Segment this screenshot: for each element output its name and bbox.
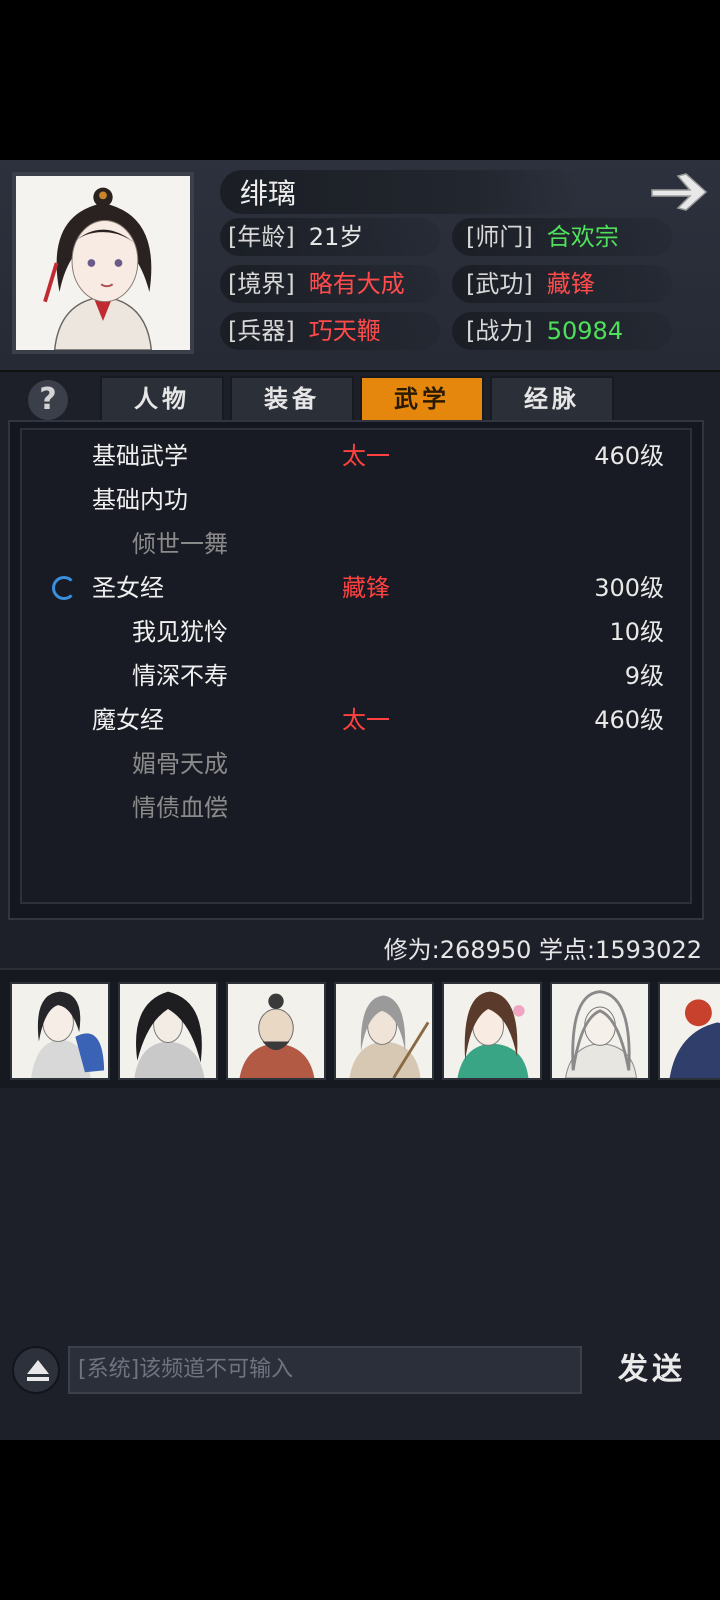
companion-portrait[interactable] xyxy=(658,982,720,1080)
companion-avatar xyxy=(120,984,216,1078)
skill-level: 460级 xyxy=(594,442,664,470)
skill-name: 倾世一舞 xyxy=(132,530,228,558)
skill-tag: 太一 xyxy=(342,442,390,470)
tab-meridians[interactable]: 经脉 xyxy=(490,376,614,422)
eject-icon xyxy=(27,1360,49,1374)
stat-label: [武功] xyxy=(466,270,533,298)
skill-row[interactable]: 情债血偿 xyxy=(22,786,690,830)
stat-age: [年龄] 21岁 xyxy=(228,217,363,257)
stat-label: [师门] xyxy=(466,223,533,251)
stat-value: 藏锋 xyxy=(546,270,595,298)
send-button[interactable]: 发送 xyxy=(592,1344,712,1396)
stat-martial-art: [武功] 藏锋 xyxy=(466,264,595,304)
skill-row[interactable]: 魔女经 太一 460级 xyxy=(22,698,690,742)
skill-row[interactable]: 基础内功 xyxy=(22,478,690,522)
companion-avatar xyxy=(444,984,540,1078)
companion-portrait[interactable] xyxy=(442,982,542,1080)
skill-name: 媚骨天成 xyxy=(132,750,228,778)
skill-name: 我见犹怜 xyxy=(132,618,228,646)
tab-martial-arts[interactable]: 武学 xyxy=(360,376,484,422)
stat-realm: [境界] 略有大成 xyxy=(228,264,405,304)
skill-row[interactable]: 倾世一舞 xyxy=(22,522,690,566)
companion-avatar xyxy=(660,984,720,1078)
stat-label: [境界] xyxy=(228,270,295,298)
companion-avatar xyxy=(12,984,108,1078)
chat-bar: [系统]该频道不可输入 发送 xyxy=(0,1340,720,1402)
companion-portrait[interactable] xyxy=(550,982,650,1080)
companion-portrait[interactable] xyxy=(334,982,434,1080)
stat-value: 50984 xyxy=(546,317,624,345)
skill-name: 圣女经 xyxy=(92,574,164,602)
stat-label: [战力] xyxy=(466,317,533,345)
companion-portrait[interactable] xyxy=(118,982,218,1080)
stat-value: 合欢宗 xyxy=(546,223,619,251)
character-name: 绯璃 xyxy=(240,177,297,210)
skill-level: 300级 xyxy=(594,574,664,602)
expand-chat-button[interactable] xyxy=(12,1346,60,1394)
stat-value: 巧天鞭 xyxy=(308,317,381,345)
companion-strip xyxy=(0,968,720,1088)
stat-weapon: [兵器] 巧天鞭 xyxy=(228,311,381,351)
companion-avatar xyxy=(552,984,648,1078)
skills-panel: 基础武学 太一 460级 基础内功 倾世一舞 圣女经 藏锋 300级 我见犹怜 … xyxy=(8,420,704,920)
loading-spinner-icon xyxy=(52,576,76,600)
stat-power: [战力] 50984 xyxy=(466,311,623,351)
app-screen: 绯璃 [年龄] 21岁 [师门] 合欢宗 [境界] 略有大成 [武功] 藏锋 [兵器] 巧… xyxy=(0,160,720,1440)
companion-avatar xyxy=(228,984,324,1078)
skill-name: 基础内功 xyxy=(92,486,188,514)
portrait-image xyxy=(16,176,190,350)
skill-row[interactable]: 我见犹怜 10级 xyxy=(22,610,690,654)
eject-icon-bar xyxy=(27,1377,49,1381)
skill-tag: 藏锋 xyxy=(342,574,390,602)
skill-name: 情债血偿 xyxy=(132,794,228,822)
skill-level: 460级 xyxy=(594,706,664,734)
cultivation-points: 修为:268950 学点:1593022 xyxy=(383,936,702,964)
skill-name: 魔女经 xyxy=(92,706,164,734)
help-button[interactable]: ? xyxy=(28,380,68,420)
skill-row[interactable]: 情深不寿 9级 xyxy=(22,654,690,698)
stat-label: [年龄] xyxy=(228,223,295,251)
stat-label: [兵器] xyxy=(228,317,295,345)
skill-level: 9级 xyxy=(624,662,664,690)
skill-row[interactable]: 媚骨天成 xyxy=(22,742,690,786)
companion-avatar xyxy=(336,984,432,1078)
chat-input[interactable]: [系统]该频道不可输入 xyxy=(68,1346,582,1394)
tab-character[interactable]: 人物 xyxy=(100,376,224,422)
stat-value: 略有大成 xyxy=(308,270,405,298)
next-character-arrow-icon[interactable] xyxy=(648,168,712,216)
skill-tag: 太一 xyxy=(342,706,390,734)
character-profile: 绯璃 [年龄] 21岁 [师门] 合欢宗 [境界] 略有大成 [武功] 藏锋 [兵器] 巧… xyxy=(0,160,720,372)
stat-sect: [师门] 合欢宗 xyxy=(466,217,619,257)
stat-value: 21岁 xyxy=(308,223,364,251)
skills-list: 基础武学 太一 460级 基础内功 倾世一舞 圣女经 藏锋 300级 我见犹怜 … xyxy=(20,428,692,904)
character-portrait[interactable] xyxy=(12,172,194,354)
companion-portrait[interactable] xyxy=(10,982,110,1080)
companion-portrait[interactable] xyxy=(226,982,326,1080)
skill-level: 10级 xyxy=(609,618,664,646)
skill-row[interactable]: 圣女经 藏锋 300级 xyxy=(22,566,690,610)
skill-name: 情深不寿 xyxy=(132,662,228,690)
skill-name: 基础武学 xyxy=(92,442,188,470)
tab-equipment[interactable]: 装备 xyxy=(230,376,354,422)
skill-row[interactable]: 基础武学 太一 460级 xyxy=(22,434,690,478)
